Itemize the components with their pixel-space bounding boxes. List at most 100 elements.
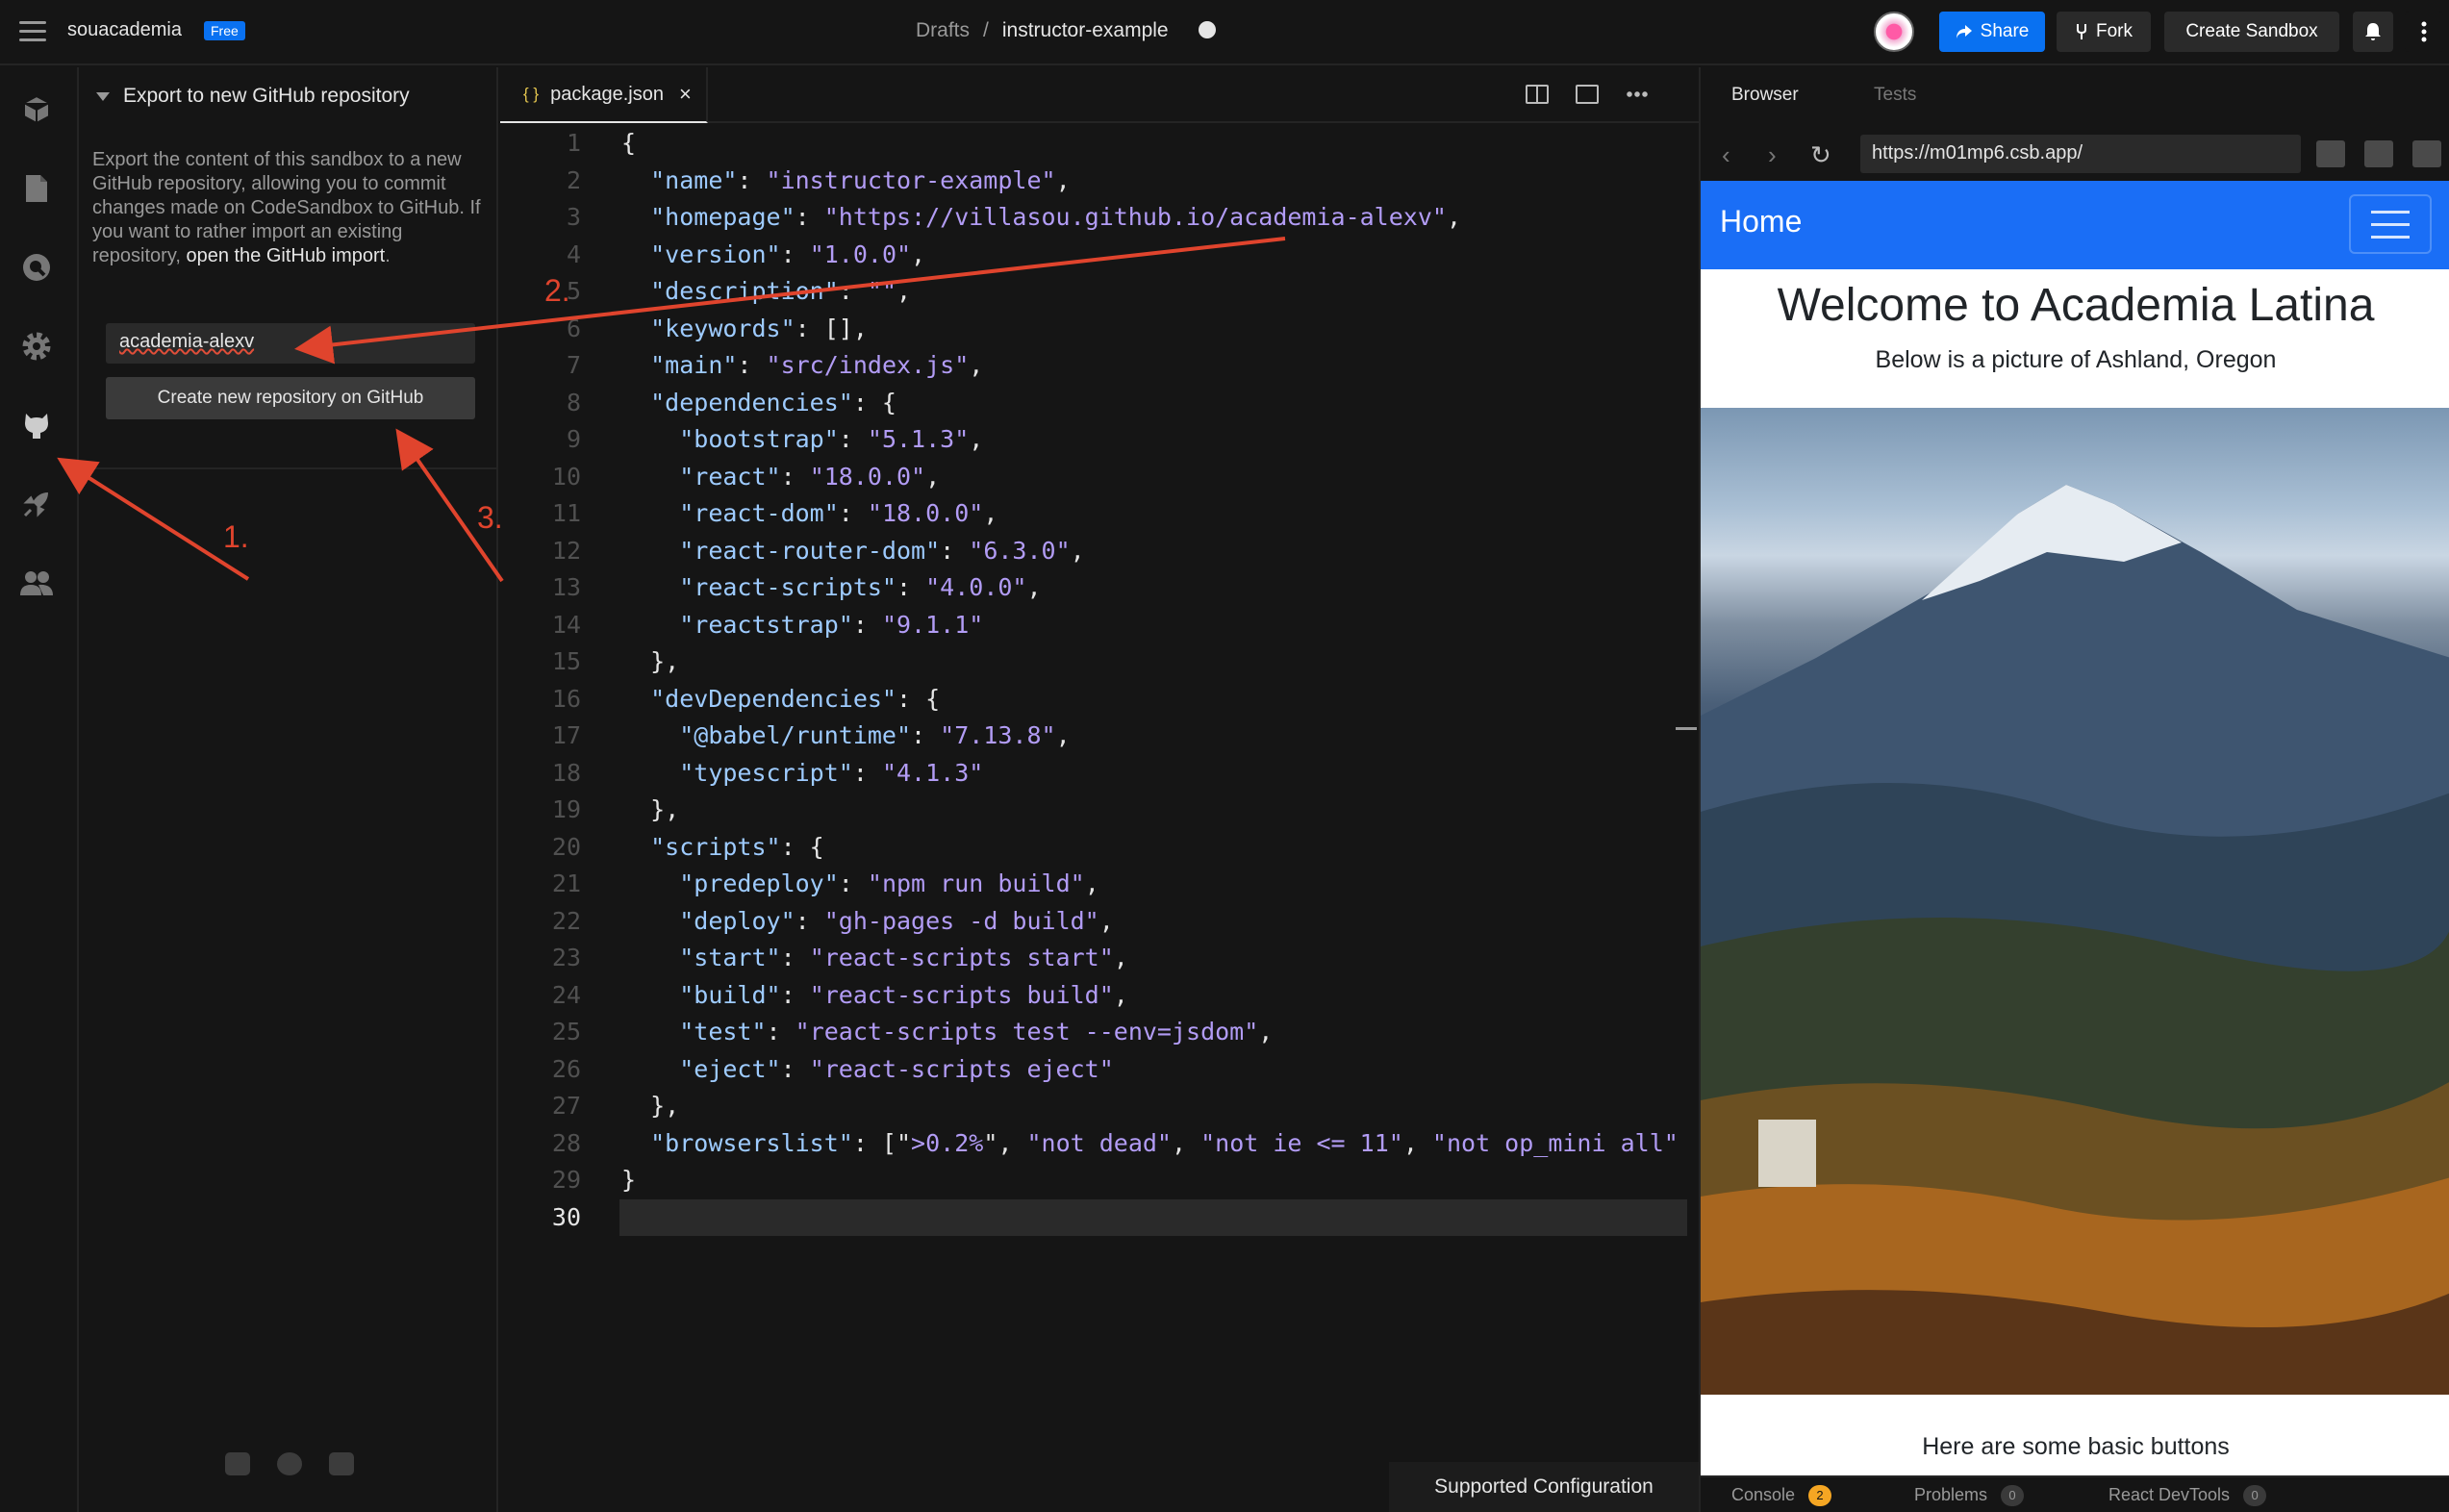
collapse-chevron-icon[interactable] [96, 91, 110, 101]
open-window-icon[interactable] [2412, 140, 2441, 167]
line-number: 14 [551, 610, 581, 639]
code-line[interactable]: }, [621, 792, 679, 829]
gear-icon[interactable] [17, 327, 56, 365]
copy-icon[interactable] [2364, 140, 2393, 167]
sandbox-name[interactable]: instructor-example [1002, 19, 1169, 41]
url-input[interactable]: https://m01mp6.csb.app/ [1860, 135, 2301, 173]
supported-configuration[interactable]: Supported Configuration [1389, 1462, 1699, 1512]
preview-icon[interactable] [1576, 85, 1599, 104]
code-line[interactable]: "react-router-dom": "6.3.0", [621, 533, 1084, 570]
back-icon[interactable]: ‹ [1722, 140, 1730, 170]
code-line[interactable]: "description": "", [621, 273, 911, 311]
line-number: 4 [566, 239, 581, 268]
line-number: 19 [551, 795, 581, 823]
react-devtools-tab[interactable]: React DevTools 0 [2108, 1485, 2267, 1507]
code-line[interactable]: "name": "instructor-example", [621, 163, 1071, 200]
panel-header[interactable]: Export to new GitHub repository [96, 85, 410, 108]
code-line[interactable]: "homepage": "https://villasou.github.io/… [621, 199, 1461, 237]
menu-icon[interactable] [19, 21, 46, 42]
split-view-icon[interactable] [1526, 85, 1549, 104]
line-number: 20 [551, 832, 581, 861]
discord-icon[interactable] [329, 1452, 354, 1475]
code-line[interactable]: "devDependencies": { [621, 681, 940, 718]
tab-label: package.json [550, 83, 664, 105]
browser-panel: Browser Tests ‹ › ↻ https://m01mp6.csb.a… [1699, 67, 2449, 1512]
tab-browser[interactable]: Browser [1731, 85, 1799, 106]
ashland-photo [1701, 408, 2449, 1395]
line-number: 23 [551, 944, 581, 971]
avatar[interactable] [1874, 12, 1914, 52]
hamburger-icon[interactable] [2349, 194, 2432, 254]
github-import-link[interactable]: open the GitHub import [186, 245, 385, 266]
code-line[interactable]: "dependencies": { [621, 385, 896, 422]
fork-button[interactable]: Fork [2057, 12, 2151, 52]
line-number: 8 [566, 388, 581, 416]
code-line[interactable]: "test": "react-scripts test --env=jsdom"… [621, 1014, 1273, 1051]
code-line[interactable]: "@babel/runtime": "7.13.8", [621, 718, 1070, 755]
more-options-icon[interactable] [2405, 12, 2443, 52]
create-sandbox-button[interactable]: Create Sandbox [2164, 12, 2339, 52]
code-line[interactable]: "keywords": [], [621, 311, 868, 348]
console-tab[interactable]: Console 2 [1731, 1485, 1832, 1507]
navbar-brand[interactable]: Home [1720, 204, 1802, 239]
github-export-panel: Export to new GitHub repository Export t… [81, 67, 498, 1512]
code-line[interactable]: "react-scripts": "4.0.0", [621, 569, 1041, 607]
code-line[interactable]: } [621, 1162, 636, 1199]
breadcrumb: Drafts / instructor-example [916, 19, 1169, 42]
code-line[interactable]: "eject": "react-scripts eject" [621, 1051, 1114, 1089]
code-line[interactable]: "react-dom": "18.0.0", [621, 495, 997, 533]
close-tab-icon[interactable]: × [679, 82, 692, 107]
share-button[interactable]: Share [1939, 12, 2045, 52]
activity-bar [0, 67, 79, 1512]
code-line[interactable]: "reactstrap": "9.1.1" [621, 607, 983, 644]
github-icon[interactable] [277, 1452, 302, 1475]
notifications-button[interactable] [2353, 12, 2393, 52]
line-number: 3 [566, 203, 581, 231]
create-repository-button[interactable]: Create new repository on GitHub [106, 377, 475, 419]
scrollbar-thumb[interactable] [1676, 727, 1697, 730]
file-icon[interactable] [17, 169, 56, 208]
forward-icon[interactable]: › [1768, 140, 1777, 170]
share-label: Share [1980, 21, 2030, 41]
code-line[interactable]: "scripts": { [621, 829, 824, 867]
code-line[interactable]: "main": "src/index.js", [621, 347, 983, 385]
rocket-icon[interactable] [17, 485, 56, 523]
code-line[interactable]: "browserslist": [">0.2%", "not dead", "n… [621, 1125, 1679, 1163]
code-line[interactable]: }, [621, 1088, 679, 1125]
responsive-icon[interactable] [2316, 140, 2345, 167]
cube-icon[interactable] [17, 90, 56, 129]
code-line[interactable]: "react": "18.0.0", [621, 459, 940, 496]
refresh-icon[interactable]: ↻ [1810, 140, 1831, 170]
code-line[interactable]: "start": "react-scripts start", [621, 940, 1128, 977]
code-line[interactable]: }, [621, 643, 679, 681]
code-line[interactable]: "deploy": "gh-pages -d build", [621, 903, 1114, 941]
more-icon[interactable] [1626, 85, 1649, 104]
team-icon[interactable] [17, 564, 56, 602]
code-line[interactable]: "predeploy": "npm run build", [621, 866, 1099, 903]
globe-icon[interactable] [1199, 21, 1216, 38]
preview-frame: Home Welcome to Academia Latina Below is… [1701, 181, 2449, 1475]
code-line[interactable]: "bootstrap": "5.1.3", [621, 421, 983, 459]
twitter-icon[interactable] [225, 1452, 250, 1475]
team-name[interactable]: souacademia [67, 19, 182, 41]
repository-name-input[interactable]: academia-alexv [106, 323, 475, 364]
line-number: 12 [551, 536, 581, 565]
code-line[interactable]: { [621, 125, 636, 163]
devtools-bar: Console 2 Problems 0 React DevTools 0 [1701, 1475, 2449, 1512]
devtools-count: 0 [2243, 1485, 2267, 1507]
search-icon[interactable] [17, 248, 56, 287]
code-line[interactable]: "build": "react-scripts build", [621, 977, 1128, 1015]
line-number: 30 [551, 1202, 581, 1231]
panel-description: Export the content of this sandbox to a … [92, 148, 487, 268]
breadcrumb-folder[interactable]: Drafts [916, 19, 970, 41]
code-line[interactable]: "typescript": "4.1.3" [621, 755, 983, 793]
code-line[interactable] [619, 1198, 1687, 1236]
annotation-label-3: 3. [477, 500, 503, 535]
code-line[interactable]: "version": "1.0.0", [621, 237, 925, 274]
tab-package-json[interactable]: { } package.json × [500, 67, 708, 123]
line-number: 17 [551, 721, 581, 749]
problems-tab[interactable]: Problems 0 [1914, 1485, 2025, 1507]
github-icon[interactable] [17, 406, 56, 444]
tab-tests[interactable]: Tests [1874, 85, 1916, 106]
editor-tabs: { } package.json × [500, 67, 1699, 123]
